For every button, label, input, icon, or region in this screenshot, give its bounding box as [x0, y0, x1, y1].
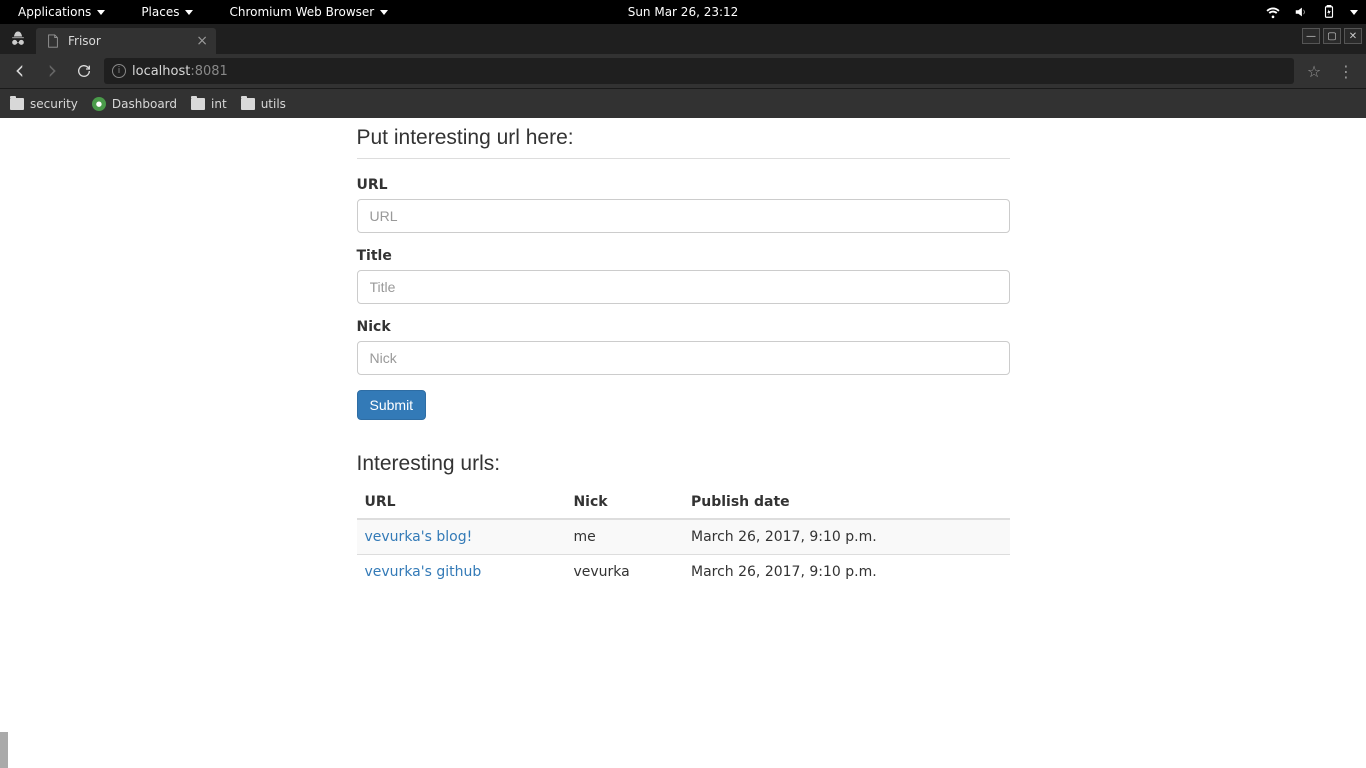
- url-label: URL: [357, 177, 1010, 193]
- forward-button[interactable]: [40, 59, 64, 83]
- window-maximize-button[interactable]: ▢: [1323, 28, 1341, 44]
- url-link[interactable]: vevurka's blog!: [365, 529, 473, 545]
- nick-label: Nick: [357, 319, 1010, 335]
- scrollbar-thumb[interactable]: [0, 732, 8, 768]
- bookmark-utils[interactable]: utils: [241, 97, 286, 111]
- col-date: Publish date: [683, 486, 1010, 519]
- wifi-icon[interactable]: [1266, 5, 1280, 19]
- incognito-icon: [0, 24, 36, 54]
- nick-input[interactable]: [357, 341, 1010, 375]
- col-url: URL: [357, 486, 566, 519]
- form-heading: Put interesting url here:: [357, 126, 1010, 159]
- browser-tab[interactable]: Frisor ×: [36, 28, 216, 54]
- tab-close-button[interactable]: ×: [196, 33, 208, 49]
- tab-strip: Frisor × — ▢ ✕: [0, 24, 1366, 54]
- gnome-top-bar: Applications Places Chromium Web Browser…: [0, 0, 1366, 24]
- caret-down-icon: [97, 10, 105, 15]
- active-app-menu[interactable]: Chromium Web Browser: [211, 5, 406, 19]
- bookmark-security[interactable]: security: [10, 97, 78, 111]
- title-label: Title: [357, 248, 1010, 264]
- clock[interactable]: Sun Mar 26, 23:12: [628, 5, 739, 19]
- volume-icon[interactable]: [1294, 5, 1308, 19]
- bookmark-label: security: [30, 97, 78, 111]
- window-minimize-button[interactable]: —: [1302, 28, 1320, 44]
- bookmark-label: int: [211, 97, 227, 111]
- submit-button[interactable]: Submit: [357, 390, 427, 420]
- url-host: localhost: [132, 64, 190, 79]
- browser-window: Frisor × — ▢ ✕ i localhost:8081 ☆ ⋮ secu…: [0, 24, 1366, 118]
- table-row: vevurka's github vevurka March 26, 2017,…: [357, 555, 1010, 590]
- tab-title: Frisor: [68, 34, 101, 48]
- url-link[interactable]: vevurka's github: [365, 564, 482, 580]
- table-row: vevurka's blog! me March 26, 2017, 9:10 …: [357, 519, 1010, 555]
- site-info-icon[interactable]: i: [112, 64, 126, 78]
- bookmark-dashboard[interactable]: ● Dashboard: [92, 97, 177, 111]
- url-input[interactable]: [357, 199, 1010, 233]
- back-button[interactable]: [8, 59, 32, 83]
- applications-menu[interactable]: Applications: [0, 5, 123, 19]
- system-menu-caret-icon[interactable]: [1350, 10, 1358, 15]
- dashboard-icon: ●: [92, 97, 106, 111]
- bookmark-int[interactable]: int: [191, 97, 227, 111]
- col-nick: Nick: [565, 486, 683, 519]
- caret-down-icon: [380, 10, 388, 15]
- row-nick: vevurka: [565, 555, 683, 590]
- battery-icon[interactable]: [1322, 5, 1336, 19]
- folder-icon: [10, 98, 24, 110]
- row-nick: me: [565, 519, 683, 555]
- bookmark-label: utils: [261, 97, 286, 111]
- urls-table: URL Nick Publish date vevurka's blog! me…: [357, 486, 1010, 589]
- address-bar[interactable]: i localhost:8081: [104, 58, 1294, 84]
- places-menu[interactable]: Places: [123, 5, 211, 19]
- places-label: Places: [141, 5, 179, 19]
- row-date: March 26, 2017, 9:10 p.m.: [683, 555, 1010, 590]
- browser-menu-button[interactable]: ⋮: [1334, 59, 1358, 83]
- active-app-label: Chromium Web Browser: [229, 5, 374, 19]
- reload-button[interactable]: [72, 59, 96, 83]
- applications-label: Applications: [18, 5, 91, 19]
- row-date: March 26, 2017, 9:10 p.m.: [683, 519, 1010, 555]
- bookmark-label: Dashboard: [112, 97, 177, 111]
- page-viewport: Put interesting url here: URL Title Nick…: [0, 118, 1366, 768]
- browser-toolbar: i localhost:8081 ☆ ⋮: [0, 54, 1366, 88]
- bookmark-star-button[interactable]: ☆: [1302, 59, 1326, 83]
- bookmarks-bar: security ● Dashboard int utils: [0, 88, 1366, 118]
- list-heading: Interesting urls:: [357, 452, 1010, 476]
- title-input[interactable]: [357, 270, 1010, 304]
- folder-icon: [241, 98, 255, 110]
- file-icon: [46, 34, 60, 48]
- folder-icon: [191, 98, 205, 110]
- window-close-button[interactable]: ✕: [1344, 28, 1362, 44]
- caret-down-icon: [185, 10, 193, 15]
- url-port: :8081: [190, 64, 227, 79]
